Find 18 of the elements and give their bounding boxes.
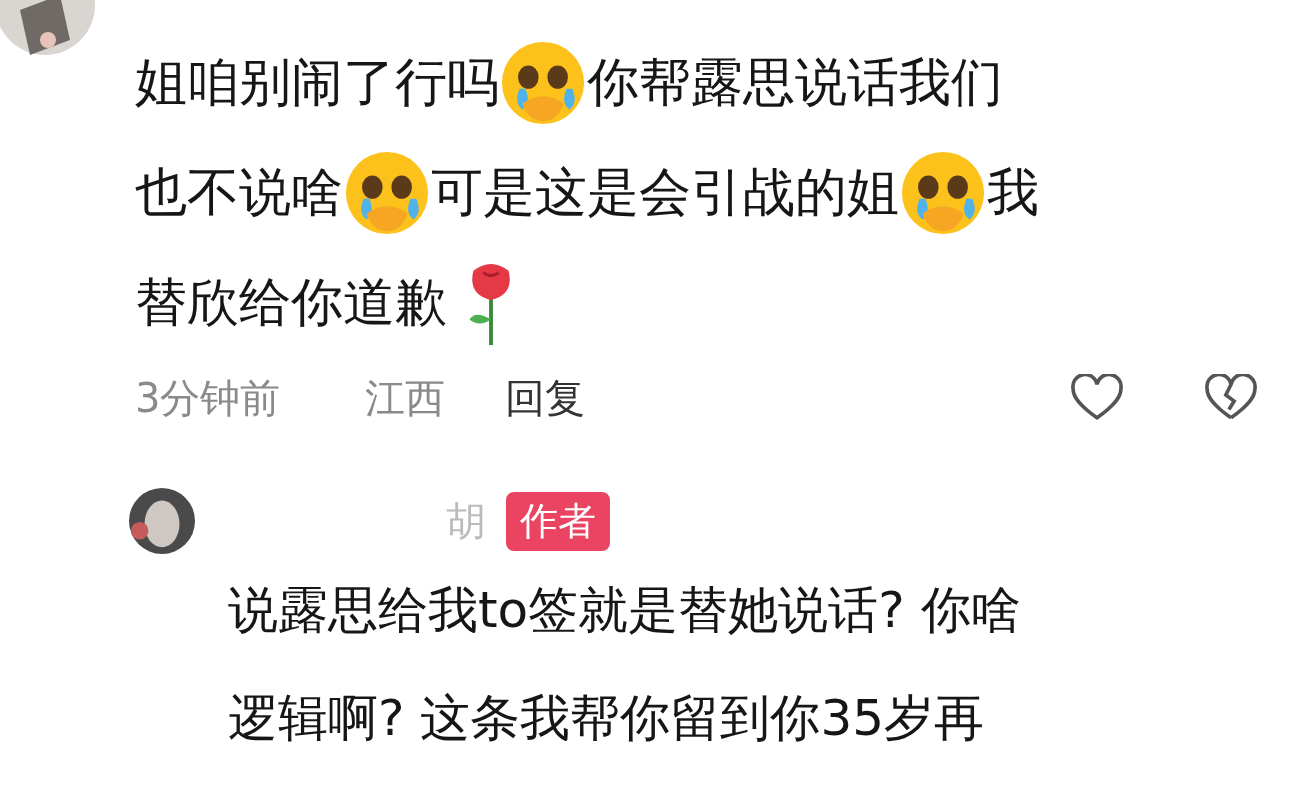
comment-text: 姐咱别闹了行吗 [135,51,499,114]
author-badge: 作者 [506,491,610,551]
crying-emoji-icon [343,149,431,237]
crying-emoji-icon [499,39,587,127]
timestamp: 3分钟前 [135,373,281,423]
comment-text: 也不说啥 [135,161,343,224]
comment-text: 说露思给我to签就是替她说话? 你啥 [228,579,1021,641]
heart-icon[interactable] [1071,374,1123,422]
comment-text: 我 [987,161,1039,224]
comment-text: 逻辑啊? 这条我帮你留到你35岁再 [228,687,985,749]
comment-text: 你帮露思说话我们 [587,51,1003,114]
reply-link[interactable]: 回复 [505,370,586,426]
avatar[interactable] [128,487,196,555]
crying-emoji-icon [899,149,987,237]
broken-heart-icon[interactable] [1205,374,1257,422]
location: 江西 [365,373,446,423]
comment-text: 可是这是会引战的姐 [431,161,899,224]
comment-text: 替欣给你道歉 [135,271,447,334]
